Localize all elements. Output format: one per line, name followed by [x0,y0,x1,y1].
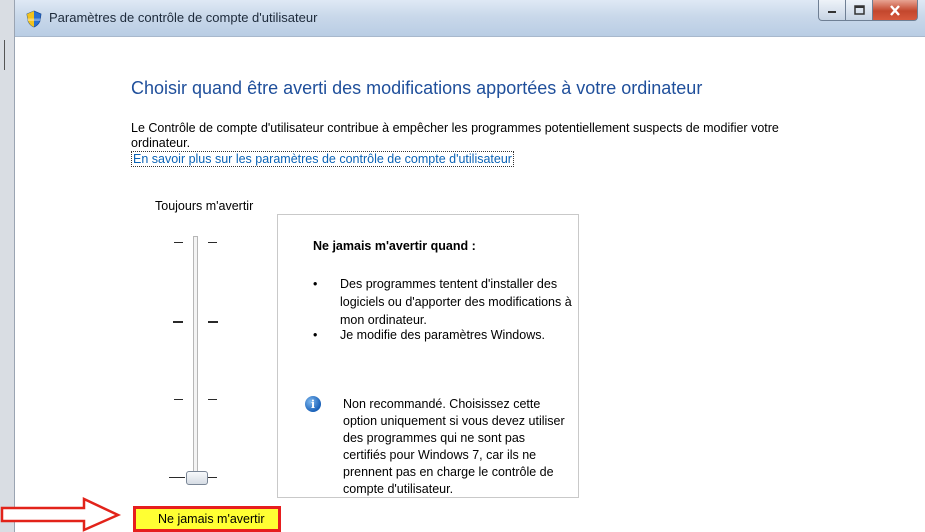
description-text: Le Contrôle de compte d'utilisateur cont… [131,121,779,150]
slider-tick-left-4 [169,477,185,478]
slider-tick-right-2 [208,321,218,323]
list-item: • Je modifie des paramètres Windows. [313,326,603,346]
slider-tick-right-1 [208,242,217,243]
slider-tick-left-2 [173,321,183,323]
shield-icon [26,10,42,28]
minimize-icon [828,11,836,13]
title-bar[interactable]: Paramètres de contrôle de compte d'utili… [15,0,925,37]
list-item-text: Je modifie des paramètres Windows. [340,328,545,342]
slider-tick-right-3 [208,399,217,400]
uac-settings-window: Paramètres de contrôle de compte d'utili… [14,0,925,532]
uac-slider-track[interactable] [193,236,198,476]
slider-tick-left-3 [174,399,183,400]
close-button[interactable] [873,0,918,21]
learn-more-link[interactable]: En savoir plus sur les paramètres de con… [131,151,514,167]
background-window-edge [0,0,14,532]
bullet-dot: • [313,277,318,291]
window-controls [818,0,918,22]
info-icon: i [305,396,321,412]
list-item: • Des programmes tentent d'installer des… [313,275,603,327]
close-icon [890,4,900,16]
red-arrow-icon [0,497,122,532]
slider-bottom-label: Ne jamais m'avertir [133,506,281,532]
bullet-dot: • [313,328,318,342]
slider-tick-right-4 [208,477,217,478]
slider-tick-left-1 [174,242,183,243]
maximize-button[interactable] [846,0,873,21]
uac-slider-thumb[interactable] [186,471,208,485]
list-item-text: Des programmes tentent d'installer des l… [340,277,572,327]
panel-title: Ne jamais m'avertir quand : [313,239,476,253]
minimize-button[interactable] [818,0,846,21]
warning-text: Non recommandé. Choisissez cette option … [343,397,565,496]
window-title: Paramètres de contrôle de compte d'utili… [49,10,318,25]
description-panel: Ne jamais m'avertir quand : • Des progra… [277,214,579,498]
slider-top-label: Toujours m'avertir [155,199,254,213]
learn-more-link-text[interactable]: En savoir plus sur les paramètres de con… [131,151,514,167]
maximize-icon [853,5,865,15]
page-heading: Choisir quand être averti des modificati… [131,78,703,98]
